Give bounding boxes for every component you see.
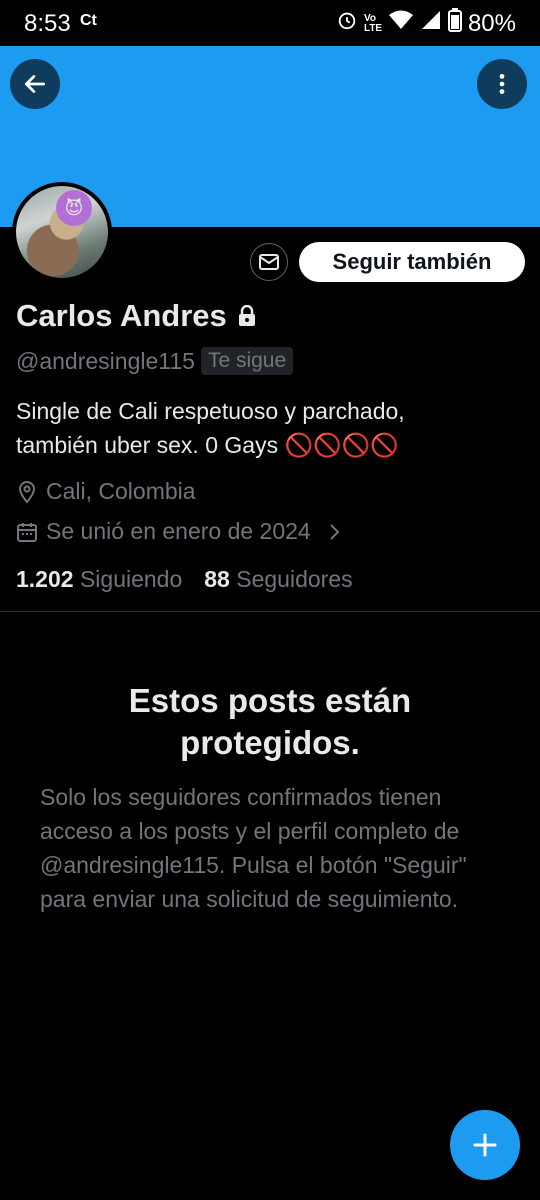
more-vertical-icon	[499, 74, 505, 94]
location-row: Cali, Colombia	[16, 478, 196, 505]
calendar-icon	[17, 522, 37, 542]
mail-icon	[259, 254, 279, 270]
protected-body: Solo los seguidores confirmados tienen a…	[40, 784, 467, 912]
battery-percent: 80%	[467, 9, 516, 37]
joined-row[interactable]: Se unió en enero de 2024	[16, 518, 343, 545]
profile-bio: Single de Cali respetuoso y parchado, ta…	[16, 394, 516, 462]
bio-line: también uber sex. 0 Gays 🚫🚫🚫🚫	[16, 432, 400, 458]
followers-count: 88	[204, 566, 230, 592]
profile-name: Carlos Andres	[16, 298, 227, 333]
protected-title: Estos posts están protegidos.	[128, 682, 412, 761]
volte-icon: Vo LTE	[363, 12, 383, 34]
followers-label: Seguidores	[236, 566, 353, 592]
status-bar: 8:53 Ct Vo LTE 80%	[0, 0, 540, 46]
status-icons: Vo LTE 80%	[336, 8, 516, 39]
plus-icon	[473, 1133, 497, 1157]
message-button[interactable]	[250, 243, 288, 281]
carrier-icon: Ct	[80, 12, 97, 29]
divider	[0, 611, 540, 612]
avatar[interactable]: 😈	[12, 182, 112, 282]
signal-icon	[420, 9, 442, 38]
profile-name-row: Carlos Andres	[16, 298, 257, 334]
following-label: Siguiendo	[79, 566, 183, 592]
location-pin-icon	[18, 480, 36, 504]
arrow-left-icon	[24, 75, 46, 93]
following-count: 1.202	[16, 566, 74, 592]
handle-row: @andresingle115 Te sigue	[16, 347, 294, 375]
compose-fab-button[interactable]	[450, 1110, 520, 1180]
chevron-right-icon	[330, 523, 340, 540]
joined-text: Se unió en enero de 2024	[46, 518, 311, 544]
devil-emoji-overlay: 😈	[56, 190, 92, 226]
follow-stats: 1.202 Siguiendo 88 Seguidores	[16, 566, 353, 593]
lock-icon	[238, 305, 255, 326]
more-options-button[interactable]	[477, 59, 527, 109]
follows-you-badge: Te sigue	[200, 347, 294, 375]
bio-line: Single de Cali respetuoso y parchado,	[16, 398, 405, 424]
battery-icon	[447, 8, 462, 39]
followers-stat[interactable]: 88 Seguidores	[204, 566, 352, 593]
location-text: Cali, Colombia	[46, 478, 196, 504]
status-time: 8:53	[24, 10, 71, 37]
profile-handle: @andresingle115	[16, 347, 195, 374]
wifi-icon	[388, 9, 414, 38]
follow-button[interactable]: Seguir también	[299, 242, 525, 282]
back-button[interactable]	[10, 59, 60, 109]
alarm-icon	[336, 9, 358, 38]
following-stat[interactable]: 1.202 Siguiendo	[16, 566, 182, 593]
